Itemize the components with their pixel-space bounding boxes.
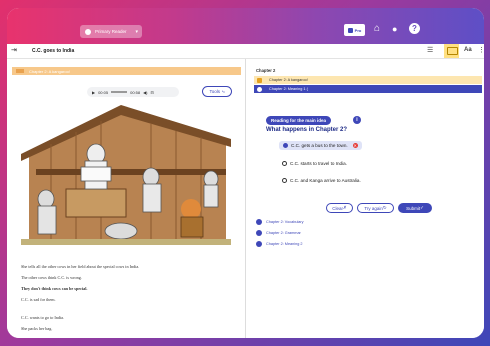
- story-line: The other cows think C.C. is wrong.: [21, 275, 82, 280]
- radio-selected[interactable]: [283, 143, 288, 148]
- current-item-label: Chapter 2: Meaning 1 (: [269, 87, 308, 91]
- try-again-button[interactable]: Try again ↻: [357, 203, 394, 213]
- help-icon[interactable]: ?: [409, 23, 420, 34]
- tools-icon: ⤷: [221, 89, 225, 94]
- prefs-icon: [347, 27, 353, 33]
- tools-label: Tools: [209, 89, 220, 94]
- answer-option[interactable]: C.C. and Kanga arrive to Australia.: [282, 178, 361, 183]
- accordion-section[interactable]: Chapter 2: A kangaroo!: [254, 76, 482, 84]
- chapter-band: Chapter 2: A kangaroo!: [12, 67, 241, 75]
- volume-icon[interactable]: ◀): [143, 90, 147, 95]
- story-line: C.C. wants to go to India.: [21, 315, 65, 320]
- option-label: C.C. starts to travel to India.: [290, 161, 347, 166]
- collapse-icon: [257, 86, 262, 92]
- accordion-current-item[interactable]: Chapter 2: Meaning 1 (: [254, 85, 482, 93]
- top-bar: Primary Reader ▾ Pro ⌂ ● ?: [7, 8, 484, 44]
- audio-progress[interactable]: [111, 91, 128, 93]
- clear-icon: ✗: [342, 205, 347, 210]
- prefs-label: Pro: [354, 27, 362, 33]
- answer-option[interactable]: C.C. starts to travel to India.: [282, 161, 347, 166]
- font-size-button[interactable]: Aa: [464, 47, 472, 53]
- collapsed-item[interactable]: Chapter 2: Vocabulary: [256, 219, 304, 225]
- exit-icon[interactable]: ⇥: [11, 46, 17, 54]
- option-label: C.C. gets a bus to the town.: [291, 143, 348, 148]
- answer-option[interactable]: C.C. gets a bus to the town. ✕: [279, 141, 362, 150]
- question-text: What happens in Chapter 2?: [266, 127, 348, 133]
- story-line: They don't think cows can be special.: [21, 286, 88, 291]
- collapsed-item-label: Chapter 2: Meaning 2: [266, 242, 303, 246]
- story-line: She tells all the other cows in her fiel…: [21, 264, 140, 269]
- retry-icon: ↻: [382, 205, 387, 210]
- try-again-label: Try again: [364, 205, 383, 211]
- user-selector-label: Primary Reader: [95, 29, 127, 34]
- activity-type-pill: Reading for the main idea: [266, 116, 332, 125]
- collapsed-item[interactable]: Chapter 2: Grammar: [256, 230, 301, 236]
- speed-icon[interactable]: ⊟: [151, 90, 154, 95]
- info-icon[interactable]: i: [353, 116, 361, 124]
- submit-label: Submit: [406, 205, 421, 211]
- story-illustration: [21, 99, 231, 249]
- user-icon: [85, 28, 91, 35]
- collapsed-item-label: Chapter 2: Grammar: [266, 231, 301, 235]
- home-icon[interactable]: ⌂: [374, 22, 380, 36]
- highlighter-button[interactable]: [444, 44, 459, 58]
- bell-icon[interactable]: ●: [392, 22, 397, 36]
- collapsed-item[interactable]: Chapter 2: Meaning 2: [256, 241, 303, 247]
- expand-icon: [256, 230, 262, 236]
- play-icon[interactable]: ▶: [92, 90, 95, 95]
- option-label: C.C. and Kanga arrive to Australia.: [290, 178, 361, 183]
- check-icon: ✓: [420, 205, 424, 210]
- reader-window: Primary Reader ▾ Pro ⌂ ● ? ⇥ C.C. goes t…: [7, 8, 484, 338]
- radio[interactable]: [282, 178, 287, 183]
- section-icon: [257, 77, 262, 83]
- chapter-band-label: Chapter 2: A kangaroo!: [29, 68, 70, 74]
- incorrect-icon: ✕: [352, 143, 358, 148]
- expand-icon: [256, 241, 262, 247]
- audio-duration: 00:58: [130, 89, 141, 95]
- radio[interactable]: [282, 161, 287, 166]
- contents-icon[interactable]: ☰: [427, 46, 433, 54]
- audio-elapsed: 00:05: [98, 89, 109, 95]
- chevron-down-icon: ▾: [135, 28, 138, 35]
- prefs-button[interactable]: Pro: [344, 24, 365, 36]
- story-line: She packs her bag.: [21, 326, 53, 331]
- collapsed-item-label: Chapter 2: Vocabulary: [266, 220, 304, 224]
- more-icon[interactable]: ⋮: [478, 46, 484, 54]
- expand-icon: [256, 219, 262, 225]
- chapter-marker: [16, 69, 24, 73]
- section-label: Chapter 2: A kangaroo!: [269, 78, 308, 82]
- tools-button[interactable]: Tools ⤷: [202, 86, 232, 97]
- clear-label: Clear: [332, 205, 343, 211]
- clear-button[interactable]: Clear ✗: [326, 203, 353, 213]
- submit-button[interactable]: Submit ✓: [398, 203, 432, 213]
- user-selector[interactable]: Primary Reader ▾: [80, 25, 142, 38]
- panel-chapter-title: Chapter 2: [256, 68, 276, 73]
- sub-bar: ⇥ C.C. goes to India ☰ Aa ⋮: [7, 44, 484, 59]
- activity-panel: Chapter 2 Chapter 2: A kangaroo! Chapter…: [246, 59, 484, 338]
- audio-player[interactable]: ▶ 00:05 00:58 ◀) ⊟: [87, 87, 179, 97]
- book-title: C.C. goes to India: [32, 47, 75, 54]
- book-page: Chapter 2: A kangaroo! ▶ 00:05 00:58 ◀) …: [7, 59, 245, 338]
- highlighter-icon: [447, 47, 458, 55]
- story-line: C.C. is sad for them.: [21, 297, 56, 302]
